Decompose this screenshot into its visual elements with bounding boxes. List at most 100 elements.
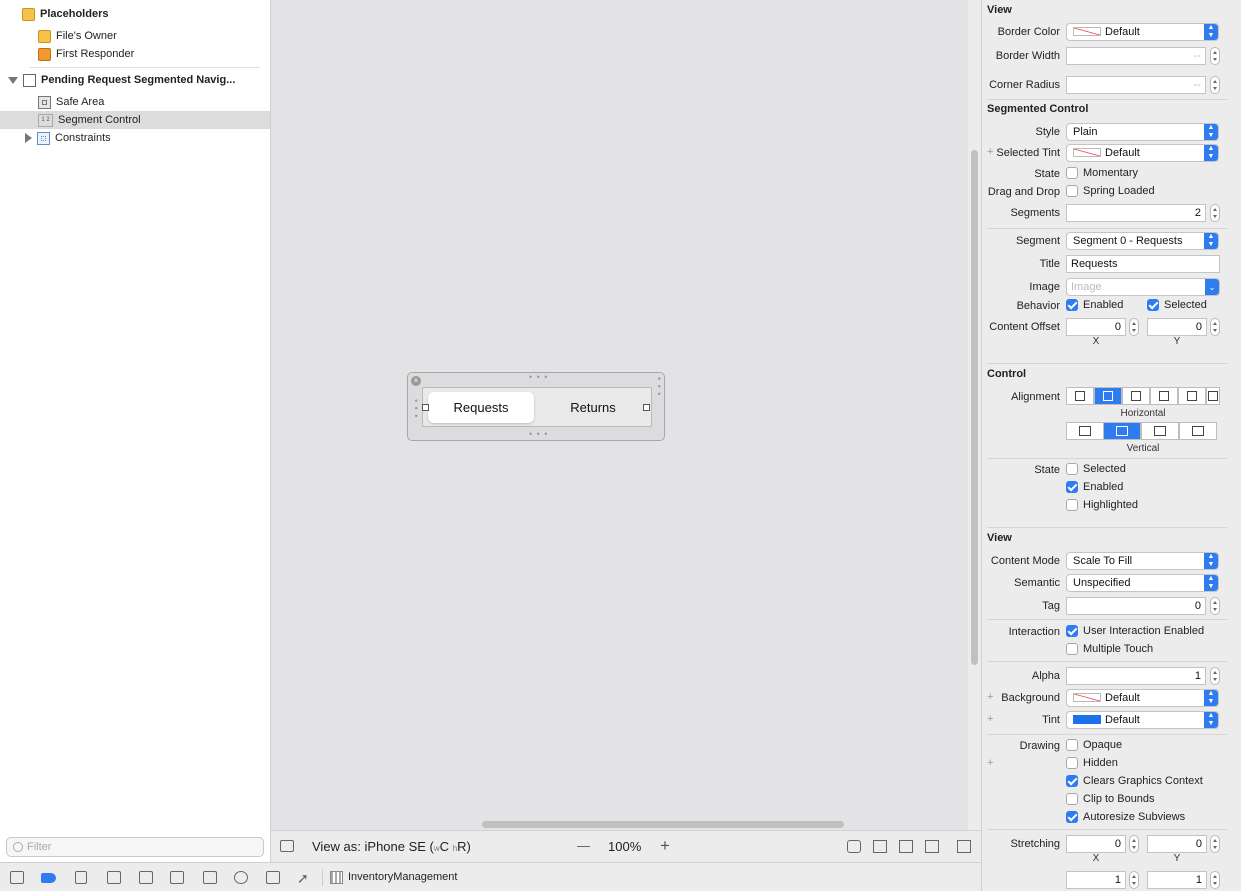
vertical-scroll-thumb[interactable] bbox=[971, 150, 978, 665]
resize-dots-right[interactable]: • • • bbox=[654, 377, 664, 396]
checkbox-unchecked[interactable] bbox=[1066, 463, 1078, 475]
title-field[interactable]: Requests bbox=[1066, 255, 1220, 273]
disclosure-open-icon[interactable] bbox=[8, 76, 18, 84]
checkbox-unchecked[interactable] bbox=[1066, 757, 1078, 769]
resolve-issues-icon[interactable] bbox=[925, 840, 939, 853]
alpha-stepper[interactable] bbox=[1210, 667, 1220, 685]
align-trailing-button[interactable] bbox=[1206, 387, 1220, 405]
background-popup[interactable]: Default ▲ ▼ bbox=[1066, 689, 1219, 707]
content-mode-popup[interactable]: Scale To Fill ▲ ▼ bbox=[1066, 552, 1219, 570]
outline-first-responder[interactable]: First Responder bbox=[0, 45, 270, 63]
resize-handle-right[interactable] bbox=[643, 404, 650, 411]
resize-dots-top[interactable]: • • • bbox=[529, 372, 548, 382]
step-out-icon[interactable] bbox=[170, 871, 184, 884]
checkbox-unchecked[interactable] bbox=[1066, 739, 1078, 751]
hidden-checkbox[interactable]: Hidden bbox=[1066, 757, 1118, 769]
stretch-x-stepper[interactable] bbox=[1129, 835, 1139, 853]
control-selected-checkbox[interactable]: Selected bbox=[1066, 463, 1126, 475]
checkbox-checked[interactable] bbox=[1066, 775, 1078, 787]
location-icon[interactable]: ➚ bbox=[297, 870, 309, 887]
segment-requests[interactable]: Requests bbox=[428, 392, 534, 423]
zoom-in-button[interactable]: + bbox=[660, 836, 670, 856]
valign-top-button[interactable] bbox=[1066, 422, 1104, 440]
checkbox-checked[interactable] bbox=[1066, 299, 1078, 311]
semantic-popup[interactable]: Unspecified ▲ ▼ bbox=[1066, 574, 1219, 592]
user-interaction-checkbox[interactable]: User Interaction Enabled bbox=[1066, 625, 1204, 637]
stretch-height-field[interactable]: 1 bbox=[1147, 871, 1207, 889]
interface-builder-canvas[interactable]: × • • • • • • • • • • • • Requests Retur… bbox=[271, 0, 968, 830]
stretch-height-stepper[interactable] bbox=[1210, 871, 1220, 889]
add-variation-icon[interactable]: + bbox=[987, 713, 993, 725]
autoresize-checkbox[interactable]: Autoresize Subviews bbox=[1066, 811, 1185, 823]
memory-graph-icon[interactable] bbox=[234, 871, 248, 884]
corner-radius-field[interactable]: -- bbox=[1066, 76, 1206, 94]
resize-dots-bottom[interactable]: • • • bbox=[529, 429, 548, 439]
alpha-field[interactable]: 1 bbox=[1066, 667, 1206, 685]
checkbox-checked[interactable] bbox=[1147, 299, 1159, 311]
valign-bottom-button[interactable] bbox=[1141, 422, 1179, 440]
outline-toggle-icon[interactable] bbox=[280, 840, 294, 852]
add-variation-icon[interactable]: + bbox=[987, 757, 993, 769]
multiple-touch-checkbox[interactable]: Multiple Touch bbox=[1066, 643, 1153, 655]
vertical-scrollbar[interactable] bbox=[968, 0, 981, 830]
chevron-down-icon[interactable]: ⌄ bbox=[1205, 279, 1219, 295]
stretch-x-field[interactable]: 0 bbox=[1066, 835, 1126, 853]
step-over-icon[interactable] bbox=[107, 871, 121, 884]
checkbox-unchecked[interactable] bbox=[1066, 185, 1078, 197]
outline-placeholders[interactable]: Placeholders bbox=[0, 5, 270, 23]
clears-graphics-checkbox[interactable]: Clears Graphics Context bbox=[1066, 775, 1203, 787]
offset-x-field[interactable]: 0 bbox=[1066, 318, 1126, 336]
embed-in-icon[interactable] bbox=[847, 840, 861, 853]
align-fill-button[interactable] bbox=[1150, 387, 1178, 405]
view-hierarchy-icon[interactable] bbox=[203, 871, 217, 884]
border-width-field[interactable]: -- bbox=[1066, 47, 1206, 65]
style-popup[interactable]: Plain ▲ ▼ bbox=[1066, 123, 1219, 141]
align-icon[interactable] bbox=[873, 840, 887, 853]
checkbox-checked[interactable] bbox=[1066, 811, 1078, 823]
segmented-control[interactable]: Requests Returns bbox=[422, 387, 652, 427]
add-variation-icon[interactable]: + bbox=[987, 691, 993, 703]
control-enabled-checkbox[interactable]: Enabled bbox=[1066, 481, 1123, 493]
outline-constraints[interactable]: Constraints bbox=[0, 129, 270, 147]
scheme-label[interactable]: InventoryManagement bbox=[348, 871, 457, 883]
resize-dots-left[interactable]: • • • bbox=[411, 399, 421, 418]
outline-files-owner[interactable]: File's Owner bbox=[0, 27, 270, 45]
segments-stepper[interactable] bbox=[1210, 204, 1220, 222]
view-as-button[interactable]: View as: iPhone SE (wC hR) bbox=[312, 839, 471, 854]
stretch-y-stepper[interactable] bbox=[1210, 835, 1220, 853]
selected-tint-popup[interactable]: Default ▲ ▼ bbox=[1066, 144, 1219, 162]
outline-safe-area[interactable]: Safe Area bbox=[0, 93, 270, 111]
momentary-checkbox[interactable]: Momentary bbox=[1066, 167, 1138, 179]
checkbox-unchecked[interactable] bbox=[1066, 167, 1078, 179]
valign-fill-button[interactable] bbox=[1179, 422, 1217, 440]
hide-debug-area-icon[interactable] bbox=[10, 871, 24, 884]
tag-stepper[interactable] bbox=[1210, 597, 1220, 615]
embed-stack-icon[interactable] bbox=[957, 840, 971, 853]
corner-radius-stepper[interactable] bbox=[1210, 76, 1220, 94]
breakpoints-icon[interactable] bbox=[41, 873, 56, 883]
selected-checkbox[interactable]: Selected bbox=[1147, 299, 1207, 311]
segment-popup[interactable]: Segment 0 - Requests ▲ ▼ bbox=[1066, 232, 1219, 250]
stretch-width-stepper[interactable] bbox=[1129, 871, 1139, 889]
stretch-width-field[interactable]: 1 bbox=[1066, 871, 1126, 889]
zoom-out-button[interactable]: — bbox=[577, 838, 590, 853]
stretch-y-field[interactable]: 0 bbox=[1147, 835, 1207, 853]
horizontal-scrollbar[interactable] bbox=[482, 821, 844, 828]
align-left-button[interactable] bbox=[1066, 387, 1094, 405]
close-icon[interactable]: × bbox=[411, 376, 421, 386]
image-combo[interactable]: Image ⌄ bbox=[1066, 278, 1220, 296]
checkbox-checked[interactable] bbox=[1066, 481, 1078, 493]
add-variation-icon[interactable]: + bbox=[987, 146, 993, 158]
border-width-stepper[interactable] bbox=[1210, 47, 1220, 65]
enabled-checkbox[interactable]: Enabled bbox=[1066, 299, 1123, 311]
tag-field[interactable]: 0 bbox=[1066, 597, 1206, 615]
clip-bounds-checkbox[interactable]: Clip to Bounds bbox=[1066, 793, 1155, 805]
pause-icon[interactable] bbox=[75, 871, 87, 884]
add-constraints-icon[interactable] bbox=[899, 840, 913, 853]
valign-center-button[interactable] bbox=[1103, 422, 1141, 440]
environment-overrides-icon[interactable] bbox=[266, 871, 280, 884]
outline-segment-control[interactable]: 1 2 Segment Control bbox=[0, 111, 270, 129]
disclosure-closed-icon[interactable] bbox=[25, 133, 32, 143]
align-center-button[interactable] bbox=[1094, 387, 1122, 405]
step-into-icon[interactable] bbox=[139, 871, 153, 884]
